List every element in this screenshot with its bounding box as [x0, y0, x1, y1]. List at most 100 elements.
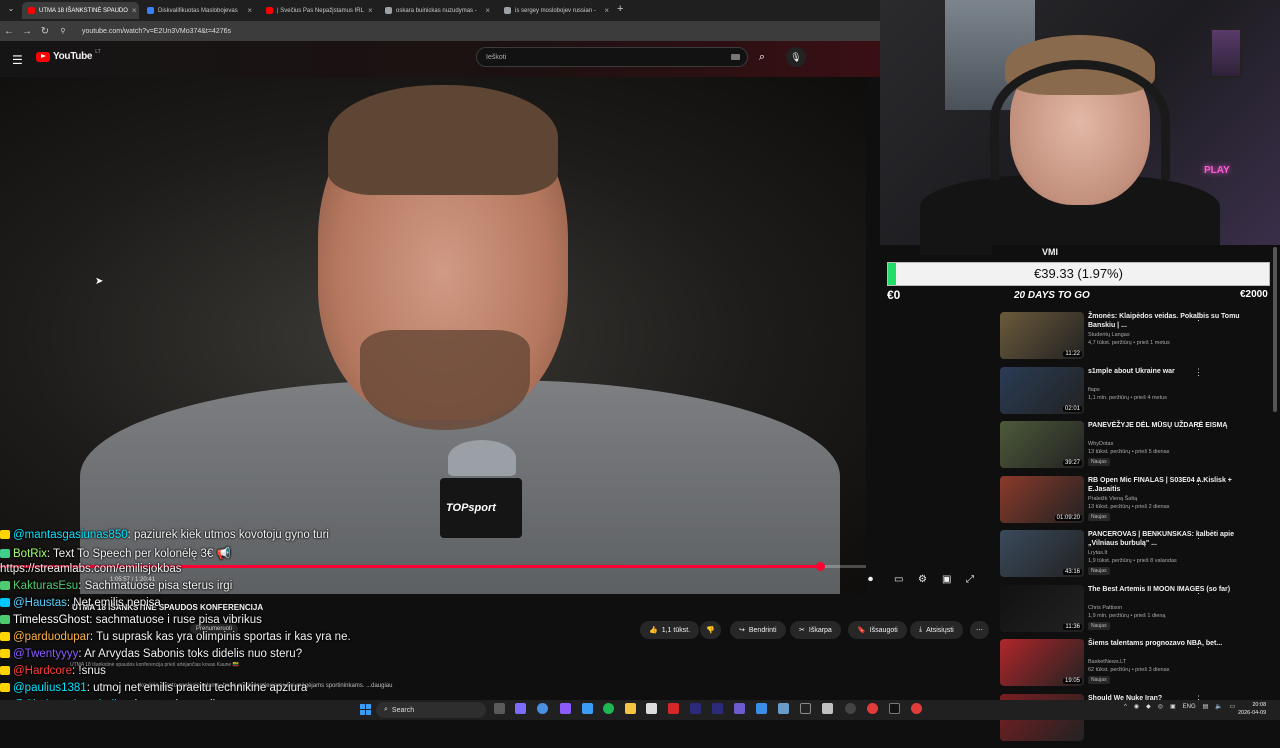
chrome-active-icon[interactable]	[867, 703, 878, 714]
photoshop-icon[interactable]	[756, 703, 767, 714]
video-thumbnail[interactable]: 01:09:20	[1000, 475, 1084, 523]
store-icon[interactable]	[646, 703, 657, 714]
chat-username[interactable]: @Haustas	[13, 597, 67, 609]
app-icon[interactable]	[515, 703, 526, 714]
recommended-channel[interactable]: BasketNews.LT	[1088, 659, 1126, 665]
video-thumbnail[interactable]: 19:05	[1000, 639, 1084, 686]
more-actions-button[interactable]: ⋯	[970, 621, 989, 639]
taskbar-search[interactable]: ⌕ Search	[376, 702, 486, 718]
recommended-title[interactable]: The Best Artemis II MOON IMAGES (so far)	[1088, 585, 1258, 594]
keyboard-icon[interactable]	[731, 54, 740, 60]
close-tab-icon[interactable]: ×	[485, 6, 490, 15]
video-thumbnail[interactable]: 39:27	[1000, 421, 1084, 468]
tiktok-icon[interactable]	[889, 703, 900, 714]
browser-tab[interactable]: Diskvalifikuotas Maslobojevas ×	[141, 2, 258, 19]
tab-list-icon[interactable]: ⌄	[2, 4, 20, 13]
site-info-icon[interactable]: ⚲	[54, 27, 72, 35]
more-options-icon[interactable]: ⋮	[1194, 476, 1203, 487]
battery-icon[interactable]: ▭	[1230, 703, 1236, 710]
chat-username[interactable]: @Hardcore	[13, 665, 72, 677]
settings-gear-icon[interactable]: ⚙	[918, 574, 927, 585]
recommended-video[interactable]: 11:22 Žmonės: Klaipėdos veidas. Pokalbis …	[1000, 312, 1270, 366]
windows-start-icon[interactable]	[360, 704, 371, 715]
miniplayer-icon[interactable]: ▣	[942, 574, 951, 585]
forward-icon[interactable]: →	[18, 26, 36, 37]
video-thumbnail[interactable]: 43:16	[1000, 530, 1084, 577]
clip-button[interactable]: ✂ Iškarpa	[790, 621, 841, 639]
app-icon-3[interactable]	[822, 703, 833, 714]
task-view-icon[interactable]	[494, 703, 505, 714]
browser-tab[interactable]: is sergey moslobojev russian - ×	[498, 2, 615, 19]
chat-username[interactable]: BotRix	[13, 548, 47, 560]
chat-username[interactable]: KakturasEsu	[13, 580, 78, 592]
acrobat-icon[interactable]	[668, 703, 679, 714]
new-tab-button[interactable]: +	[617, 3, 623, 15]
recommended-video[interactable]: 02:01 s1mple about Ukraine war flaps 1,1 ml…	[1000, 366, 1270, 421]
volume-icon[interactable]: 🔈	[1215, 703, 1222, 710]
reload-icon[interactable]: ↻	[36, 26, 54, 37]
after-effects-icon-2[interactable]	[712, 703, 723, 714]
tray-app-icon[interactable]: ◉	[1134, 703, 1139, 710]
fullscreen-icon[interactable]: ⤢	[966, 574, 974, 585]
app-icon-2[interactable]	[778, 703, 789, 714]
recommended-video[interactable]: 43:16 PANCEROVAS | BENKUNSKAS: kalbėti ap…	[1000, 530, 1270, 584]
close-tab-icon[interactable]: ×	[604, 6, 609, 15]
back-icon[interactable]: ←	[0, 26, 18, 37]
like-button[interactable]: 👍 1,1 tūkst.	[640, 621, 700, 639]
recommended-title[interactable]: s1mple about Ukraine war	[1088, 367, 1258, 376]
recommended-title[interactable]: Žmonės: Klaipėdos veidas. Pokalbis su To…	[1088, 312, 1258, 330]
search-input[interactable]: Ieškoti	[476, 47, 748, 67]
more-options-icon[interactable]: ⋮	[1194, 312, 1203, 323]
autoplay-toggle[interactable]: ⏺	[868, 574, 873, 585]
browser-tab[interactable]: | Svečius Pas Nepažįstamus IRL ×	[260, 2, 377, 19]
close-tab-icon[interactable]: ×	[368, 6, 373, 15]
hamburger-menu-icon[interactable]: ☰	[12, 53, 23, 67]
sidebar-scrollbar[interactable]	[1273, 247, 1277, 412]
recommended-video[interactable]: 11:36 The Best Artemis II MOON IMAGES (so…	[1000, 584, 1270, 639]
save-button[interactable]: 🔖 Išsaugoti	[848, 621, 907, 639]
recommended-title[interactable]: Šiems talentams prognozavo NBA, bet...	[1088, 639, 1258, 648]
more-options-icon[interactable]: ⋮	[1194, 367, 1203, 378]
recommended-video[interactable]: 19:05 Šiems talentams prognozavo NBA, bet…	[1000, 639, 1270, 693]
after-effects-icon[interactable]	[690, 703, 701, 714]
subtitles-icon[interactable]: ▭	[894, 574, 903, 585]
search-icon[interactable]: ⌕	[750, 47, 774, 67]
download-button[interactable]: ⤓ Atsisiųsti	[910, 621, 963, 639]
video-description[interactable]: UTMA 18 išankstinė spaudos konferencija …	[70, 662, 770, 668]
tray-app-icon-4[interactable]: ▣	[1170, 703, 1176, 710]
recommended-channel[interactable]: Praleižk Vieną Šaltą	[1088, 496, 1137, 502]
recommended-channel[interactable]: flaps	[1088, 387, 1100, 393]
browser-tab[interactable]: UTMA 18 IŠANKSTINĖ SPAUDO ×	[22, 2, 139, 19]
tray-app-icon-3[interactable]: ◎	[1158, 703, 1163, 710]
chat-username[interactable]: @parduodupar	[13, 631, 90, 643]
network-icon[interactable]: ▤	[1203, 703, 1209, 710]
url-field[interactable]: youtube.com/watch?v=E2Un3VMo374&t=4276s	[82, 28, 231, 35]
share-button[interactable]: ↪ Bendrinti	[730, 621, 786, 639]
taskbar-clock[interactable]: 20:08 2026-04-09	[1238, 701, 1266, 717]
tray-chevron-icon[interactable]: ^	[1124, 704, 1127, 710]
telegram-icon[interactable]	[582, 703, 593, 714]
recommended-channel[interactable]: WhyDotas	[1088, 441, 1113, 447]
chat-username[interactable]: @paulius1381	[13, 682, 87, 694]
video-thumbnail[interactable]: 11:22	[1000, 312, 1084, 359]
more-options-icon[interactable]: ⋮	[1194, 639, 1203, 650]
twitch-icon[interactable]	[560, 703, 571, 714]
spotify-icon[interactable]	[603, 703, 614, 714]
recommended-title[interactable]: PANEVĖŽYJE DĖL MŪSŲ UŽDARĖ EISMĄ	[1088, 421, 1258, 430]
recommended-title[interactable]: RB Open Mic FINALAS | S03E04 A.Kislisk +…	[1088, 476, 1258, 494]
recommended-video[interactable]: 01:09:20 RB Open Mic FINALAS | S03E04 A.K…	[1000, 475, 1270, 530]
microphone-icon[interactable]: 🎙	[786, 47, 806, 67]
premiere-icon[interactable]	[734, 703, 745, 714]
close-tab-icon[interactable]: ×	[247, 6, 252, 15]
capcut-icon[interactable]	[800, 703, 811, 714]
video-thumbnail[interactable]: 11:36	[1000, 584, 1084, 632]
dislike-button[interactable]: 👎	[700, 621, 721, 639]
more-options-icon[interactable]: ⋮	[1194, 585, 1203, 596]
chat-username[interactable]: @Twentyyyy	[13, 648, 78, 660]
app-icon-4[interactable]	[911, 703, 922, 714]
recommended-title[interactable]: PANCEROVAS | BENKUNSKAS: kalbėti apie „V…	[1088, 530, 1258, 548]
browser-tab[interactable]: oskara buinickas nuzudymas - ×	[379, 2, 496, 19]
video-thumbnail[interactable]: 02:01	[1000, 366, 1084, 414]
obs-icon[interactable]	[845, 703, 856, 714]
chat-username[interactable]: @mantasgasiunas850	[13, 529, 128, 541]
